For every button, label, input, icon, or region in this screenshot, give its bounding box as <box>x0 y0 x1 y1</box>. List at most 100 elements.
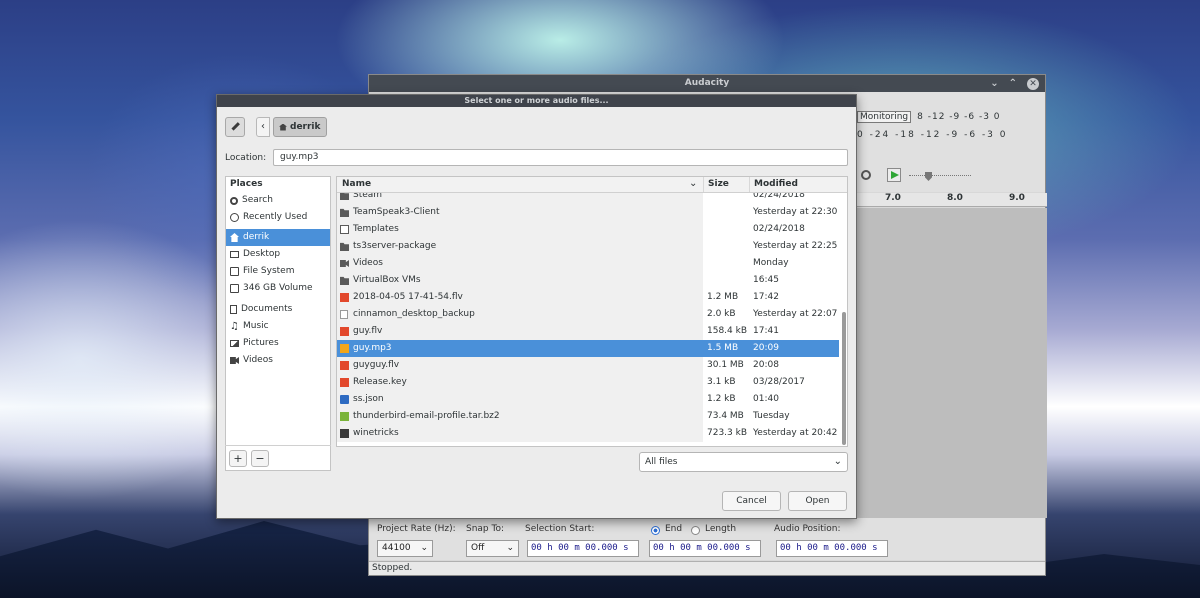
file-row[interactable]: thunderbird-email-profile.tar.bz2 73.4 MB… <box>337 408 839 425</box>
meter-scale-top: 8 -12 -9 -6 -3 0 <box>917 112 1001 122</box>
file-row[interactable]: Videos Monday <box>337 255 839 272</box>
file-name: cinnamon_desktop_backup <box>353 309 475 319</box>
open-file-dialog: Select one or more audio files... ‹ derr… <box>216 94 857 519</box>
drive-icon <box>230 284 239 293</box>
file-size: 1.2 kB <box>707 394 736 404</box>
column-size[interactable]: Size <box>708 179 729 189</box>
slider-thumb[interactable] <box>925 172 932 181</box>
selection-start-field[interactable]: 00 h 00 m 00.000 s <box>527 540 639 557</box>
project-rate-value: 44100 <box>382 543 411 553</box>
audio-position-field[interactable]: 00 h 00 m 00.000 s <box>776 540 888 557</box>
file-row[interactable]: guyguy.flv 30.1 MB 20:08 <box>337 357 839 374</box>
snap-to-select[interactable]: Off ⌄ <box>466 540 519 557</box>
recording-meter[interactable]: Monitoring 8 -12 -9 -6 -3 0 <box>857 110 1003 124</box>
picture-icon <box>230 340 239 347</box>
cancel-button[interactable]: Cancel <box>722 491 781 511</box>
timeline-ruler[interactable]: 7.0 8.0 9.0 <box>857 193 1047 207</box>
file-row[interactable]: 2018-04-05 17-41-54.flv 1.2 MB 17:42 <box>337 289 839 306</box>
place-volume[interactable]: 346 GB Volume <box>226 280 330 297</box>
breadcrumb-back-button[interactable]: ‹ <box>256 117 270 137</box>
open-button[interactable]: Open <box>788 491 847 511</box>
selection-end-field[interactable]: 00 h 00 m 00.000 s <box>649 540 761 557</box>
breadcrumb-home-button[interactable]: derrik <box>273 117 327 137</box>
add-bookmark-button[interactable]: + <box>229 450 247 467</box>
file-modified: Yesterday at 20:42 <box>753 428 838 438</box>
flv-file-icon <box>340 361 349 370</box>
selection-start-label: Selection Start: <box>525 524 595 534</box>
file-name: 2018-04-05 17-41-54.flv <box>353 292 463 302</box>
file-row[interactable]: winetricks 723.3 kB Yesterday at 20:42 <box>337 425 839 442</box>
file-name: thunderbird-email-profile.tar.bz2 <box>353 411 500 421</box>
minimize-icon[interactable]: ⌄ <box>990 76 998 91</box>
file-name: Videos <box>353 258 383 268</box>
place-pictures[interactable]: Pictures <box>226 335 330 352</box>
file-size: 1.5 MB <box>707 343 739 353</box>
file-list-scrollbar[interactable] <box>842 312 846 445</box>
file-modified: 03/28/2017 <box>753 377 805 387</box>
place-search[interactable]: Search <box>226 192 330 209</box>
meter-scale-bottom: 0 -24 -18 -12 -9 -6 -3 0 <box>857 130 1008 140</box>
file-row[interactable]: Release.key 3.1 kB 03/28/2017 <box>337 374 839 391</box>
place-label: Search <box>242 195 273 205</box>
place-music[interactable]: ♫ Music <box>226 318 330 335</box>
file-size: 158.4 kB <box>707 326 748 336</box>
document-icon <box>230 305 237 314</box>
file-type-filter[interactable]: All files ⌄ <box>639 452 848 472</box>
file-row[interactable]: VirtualBox VMs 16:45 <box>337 272 839 289</box>
place-home[interactable]: derrik <box>226 229 330 246</box>
file-name: guy.flv <box>353 326 383 336</box>
file-name: Release.key <box>353 377 407 387</box>
track-area[interactable] <box>857 208 1047 518</box>
remove-bookmark-button[interactable]: − <box>251 450 269 467</box>
project-rate-select[interactable]: 44100 ⌄ <box>377 540 433 557</box>
file-name: guy.mp3 <box>353 343 392 353</box>
place-documents[interactable]: Documents <box>226 301 330 318</box>
home-icon <box>230 233 239 242</box>
file-modified: Monday <box>753 258 789 268</box>
file-row[interactable]: TeamSpeak3-Client Yesterday at 22:30 <box>337 204 839 221</box>
place-recently-used[interactable]: Recently Used <box>226 209 330 226</box>
file-modified: 02/24/2018 <box>753 224 805 234</box>
file-modified: Yesterday at 22:07 <box>753 309 838 319</box>
chevron-down-icon[interactable]: ⌄ <box>689 178 697 189</box>
desktop-icon <box>230 251 239 258</box>
maximize-icon[interactable]: ⌃ <box>1009 76 1017 91</box>
file-size: 73.4 MB <box>707 411 744 421</box>
key-file-icon <box>340 378 349 387</box>
file-row-selected[interactable]: guy.mp3 1.5 MB 20:09 <box>337 340 839 357</box>
playback-speed-slider[interactable] <box>909 175 971 176</box>
file-name: ts3server-package <box>353 241 437 251</box>
play-at-speed-button[interactable] <box>887 168 901 182</box>
audio-position-label: Audio Position: <box>774 524 841 534</box>
file-row[interactable]: ts3server-package Yesterday at 22:25 <box>337 238 839 255</box>
location-input[interactable]: guy.mp3 <box>273 149 848 166</box>
file-size: 1.2 MB <box>707 292 739 302</box>
selection-toolbar: Project Rate (Hz): 44100 ⌄ Snap To: Off ⌄ … <box>369 518 1045 560</box>
length-radio[interactable] <box>691 526 700 535</box>
file-name: Templates <box>353 224 399 234</box>
file-row[interactable]: Templates 02/24/2018 <box>337 221 839 238</box>
zoom-icon[interactable] <box>861 170 871 180</box>
close-icon[interactable]: ✕ <box>1027 78 1039 90</box>
file-row[interactable]: ss.json 1.2 kB 01:40 <box>337 391 839 408</box>
file-row[interactable]: guy.flv 158.4 kB 17:41 <box>337 323 839 340</box>
end-radio[interactable] <box>651 526 660 535</box>
file-row[interactable]: cinnamon_desktop_backup 2.0 kB Yesterday a… <box>337 306 839 323</box>
flv-file-icon <box>340 293 349 302</box>
column-modified[interactable]: Modified <box>754 179 798 189</box>
monitoring-label[interactable]: Monitoring <box>857 111 912 123</box>
file-name: TeamSpeak3-Client <box>353 207 440 217</box>
place-videos[interactable]: Videos <box>226 352 330 369</box>
chevron-down-icon: ⌄ <box>833 456 842 467</box>
file-modified: 17:42 <box>753 292 779 302</box>
breadcrumb-home-label: derrik <box>290 122 321 132</box>
column-name[interactable]: Name <box>342 179 371 189</box>
place-file-system[interactable]: File System <box>226 263 330 280</box>
file-size: 30.1 MB <box>707 360 744 370</box>
ruler-label: 8.0 <box>947 193 963 203</box>
file-size: 3.1 kB <box>707 377 736 387</box>
place-desktop[interactable]: Desktop <box>226 246 330 263</box>
mp3-file-icon <box>340 344 349 353</box>
archive-file-icon <box>340 412 349 421</box>
type-location-button[interactable] <box>225 117 245 137</box>
